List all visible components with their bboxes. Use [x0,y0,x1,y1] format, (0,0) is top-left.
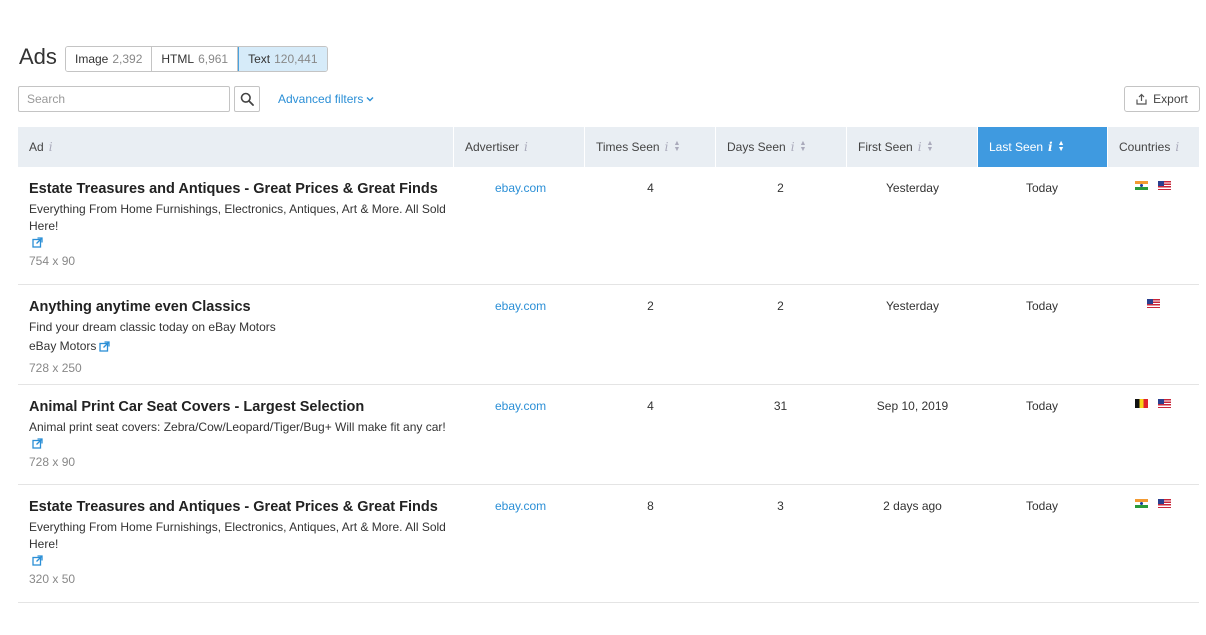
tab-html[interactable]: HTML 6,961 [152,47,239,71]
search-button[interactable] [234,86,260,112]
column-last-seen[interactable]: Last Seen i ▲ ▼ [978,127,1108,167]
times-seen: 4 [647,399,654,413]
table-row: Estate Treasures and Antiques - Great Pr… [18,485,1199,603]
column-countries: Countries i [1119,140,1180,154]
chevron-down-icon [366,97,374,102]
ad-link: eBay Motors [29,338,454,355]
days-seen: 2 [777,299,784,313]
ad-link [29,237,454,248]
column-ad: Ad i [18,127,454,167]
table-row: Anything anytime even Classics Find your… [18,285,1199,385]
ad-link [29,438,454,449]
sort-icon[interactable]: ▲ ▼ [673,140,680,153]
first-seen: 2 days ago [883,499,942,513]
search-icon [240,92,254,106]
days-seen: 3 [777,499,784,513]
country-flags [1107,181,1199,190]
ad-cell: Estate Treasures and Antiques - Great Pr… [29,499,454,586]
info-icon[interactable]: i [665,140,669,154]
ad-cell: Anything anytime even Classics Find your… [29,299,454,375]
days-seen: 2 [777,181,784,195]
info-icon[interactable]: i [1048,140,1053,154]
usa-flag-icon [1146,299,1160,308]
tab-text[interactable]: Text 120,441 [238,47,327,71]
sort-icon[interactable]: ▲ ▼ [927,140,934,153]
external-link-icon[interactable] [32,555,43,566]
external-link-icon[interactable] [99,341,111,352]
usa-flag-icon [1158,499,1171,508]
export-button[interactable]: Export [1124,86,1200,112]
ad-title: Estate Treasures and Antiques - Great Pr… [29,499,438,515]
column-days-seen[interactable]: Days Seen i ▲ ▼ [716,127,847,167]
ad-title: Anything anytime even Classics [29,299,251,315]
tab-image[interactable]: Image 2,392 [66,47,153,71]
first-seen: Sep 10, 2019 [876,399,949,413]
ad-size: 728 x 90 [29,455,76,469]
ad-link [29,555,454,566]
ad-cell: Animal Print Car Seat Covers - Largest S… [29,399,454,469]
days-seen: 31 [773,399,788,413]
search-input[interactable] [18,86,230,112]
table-row: Animal Print Car Seat Covers - Largest S… [18,385,1199,485]
advanced-filters-link[interactable]: Advanced filters [278,92,374,106]
page-title: Ads [19,44,57,69]
usa-flag-icon [1158,399,1171,408]
country-flags [1107,399,1199,408]
export-icon [1136,93,1147,105]
external-link-icon[interactable] [32,438,43,449]
india-flag-icon [1135,499,1148,508]
ad-type-tabs: Image 2,392 HTML 6,961 Text 120,441 [65,46,328,72]
ad-cell: Estate Treasures and Antiques - Great Pr… [29,181,454,268]
advertiser-link[interactable]: ebay.com [495,499,546,513]
table-header: Ad i Advertiser i Times Seen i ▲ ▼ Days Seen i… [18,127,1199,167]
ad-title: Estate Treasures and Antiques - Great Pr… [29,181,438,197]
advertiser-link[interactable]: ebay.com [495,181,546,195]
belgium-flag-icon [1135,399,1148,408]
info-icon[interactable]: i [49,140,53,154]
first-seen: Yesterday [886,181,939,195]
first-seen: Yesterday [886,299,939,313]
ad-title: Animal Print Car Seat Covers - Largest S… [29,399,365,415]
info-icon[interactable]: i [918,140,922,154]
info-icon[interactable]: i [791,140,795,154]
ad-description: Everything From Home Furnishings, Electr… [29,520,446,551]
sort-icon[interactable]: ▲ ▼ [800,140,807,153]
times-seen: 2 [647,299,654,313]
country-flags [1107,499,1199,508]
ad-description: Animal print seat covers: Zebra/Cow/Leop… [29,420,446,434]
column-first-seen[interactable]: First Seen i ▲ ▼ [847,127,978,167]
advertiser-link[interactable]: ebay.com [495,399,546,413]
india-flag-icon [1135,181,1148,190]
last-seen: Today [1025,399,1059,413]
external-link-icon[interactable] [32,237,43,248]
ad-description: Find your dream classic today on eBay Mo… [29,320,276,334]
info-icon[interactable]: i [524,140,528,154]
usa-flag-icon [1158,181,1171,190]
ad-size: 320 x 50 [29,572,76,586]
country-flags [1107,299,1199,308]
sort-icon[interactable]: ▲ ▼ [1058,140,1065,153]
last-seen: Today [1025,299,1059,313]
times-seen: 4 [647,181,654,195]
times-seen: 8 [647,499,654,513]
column-times-seen[interactable]: Times Seen i ▲ ▼ [585,127,716,167]
advertiser-link[interactable]: ebay.com [495,299,546,313]
info-icon[interactable]: i [1175,140,1179,154]
ad-description: Everything From Home Furnishings, Electr… [29,202,446,233]
last-seen: Today [1025,181,1059,195]
column-advertiser: Advertiser i [454,127,585,167]
ad-size: 728 x 250 [29,361,82,375]
ad-size: 754 x 90 [29,254,76,268]
last-seen: Today [1025,499,1059,513]
table-row: Estate Treasures and Antiques - Great Pr… [18,167,1199,285]
